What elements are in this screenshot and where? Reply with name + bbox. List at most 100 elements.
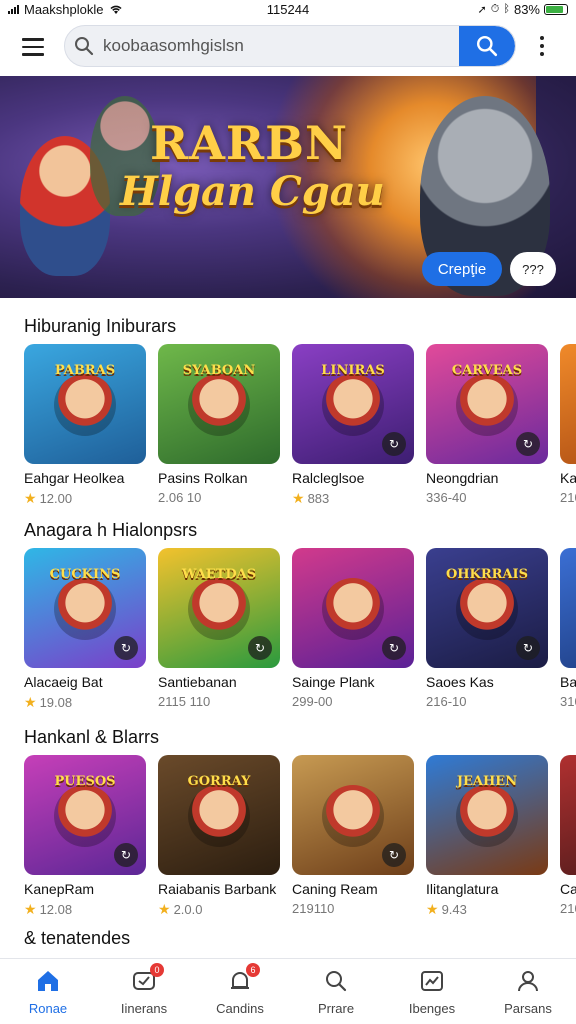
game-meta-value: 2.06 10 xyxy=(158,490,202,505)
more-options-icon[interactable] xyxy=(536,36,548,56)
section-title-2: Hankanl & Blarrs xyxy=(24,727,160,747)
game-card[interactable]: WAETDAS ↻ Santiebanan 2115 110 xyxy=(158,548,280,709)
game-character-icon xyxy=(322,785,384,847)
status-left: Maakshplokle xyxy=(8,2,123,17)
nav-item-3[interactable]: Prrare xyxy=(288,959,384,1024)
game-meta-value: 12.00 xyxy=(39,491,73,506)
game-name: KanepRam xyxy=(24,881,95,897)
game-meta: ★ 9.43 xyxy=(426,901,548,918)
replay-icon[interactable]: ↻ xyxy=(114,636,138,660)
replay-icon[interactable]: ↻ xyxy=(382,843,406,867)
game-name: Eahgar Heolkea xyxy=(24,470,125,486)
game-card[interactable]: CUCKINS ↻ Alacaeig Bat ★ 19.08 xyxy=(24,548,146,711)
carrier-name: Maakshplokle xyxy=(24,1,104,17)
game-thumbnail[interactable] xyxy=(560,755,576,875)
nav-label: Iinerans xyxy=(120,1001,168,1016)
hamburger-menu-icon[interactable] xyxy=(22,38,44,56)
game-name: Raiabanis Barbank xyxy=(158,881,277,897)
game-meta: ★ 19.08 xyxy=(24,694,146,711)
section-title-1: Anagara h Hialonpsrs xyxy=(24,520,198,540)
star-icon: ★ xyxy=(292,490,305,506)
signal-icon xyxy=(8,4,19,14)
game-card[interactable]: PABRAS Eahgar Heolkea ★ 12.00 xyxy=(24,344,146,507)
game-card[interactable]: PUESOS ↻ KanepRam ★ 12.08 xyxy=(24,755,146,918)
hero-cta-button[interactable]: Crepţie xyxy=(422,252,502,286)
game-card[interactable]: Kar 210 xyxy=(560,344,576,505)
game-thumbnail[interactable] xyxy=(560,344,576,464)
game-card[interactable]: Ba 310 xyxy=(560,548,576,709)
game-thumbnail[interactable]: CUCKINS ↻ xyxy=(24,548,146,668)
game-meta: ★ 12.00 xyxy=(24,490,146,507)
game-card[interactable]: SYABOAN Pasins Rolkan 2.06 10 xyxy=(158,344,280,505)
game-thumbnail[interactable]: LINIRAS ↻ xyxy=(292,344,414,464)
replay-icon[interactable]: ↻ xyxy=(516,432,540,456)
battery-percent: 83% xyxy=(513,1,540,17)
chart-icon xyxy=(418,967,446,995)
alarm-icon: ⏱ xyxy=(490,2,500,15)
game-name: Sainge Plank xyxy=(292,674,375,690)
game-card[interactable]: CARVEAS ↻ Neongdrian 336-40 xyxy=(426,344,548,505)
game-thumbnail[interactable]: PUESOS ↻ xyxy=(24,755,146,875)
replay-icon[interactable]: ↻ xyxy=(114,843,138,867)
game-thumbnail[interactable]: JEAHEN xyxy=(426,755,548,875)
game-logo-text: CARVEAS xyxy=(451,363,523,378)
game-thumbnail[interactable]: WAETDAS ↻ xyxy=(158,548,280,668)
game-card[interactable]: LINIRAS ↻ Ralcleglsoe ★ 883 xyxy=(292,344,414,507)
game-card[interactable]: ↻ Caning Ream 219110 xyxy=(292,755,414,916)
game-meta-value: 883 xyxy=(307,491,330,506)
game-logo-text: PUESOS xyxy=(54,774,116,789)
nav-item-5[interactable]: Parsans xyxy=(480,959,576,1024)
game-logo-text: PABRAS xyxy=(54,363,116,378)
game-card[interactable]: Ca 210 xyxy=(560,755,576,916)
game-thumbnail[interactable]: ↻ xyxy=(292,548,414,668)
replay-icon[interactable]: ↻ xyxy=(248,636,272,660)
game-row-0[interactable]: PABRAS Eahgar Heolkea ★ 12.00 SYABOAN Pasins … xyxy=(24,344,576,514)
nav-item-1[interactable]: 0 Iinerans xyxy=(96,959,192,1024)
replay-icon[interactable]: ↻ xyxy=(382,636,406,660)
game-card[interactable]: OHKRRAIS ↻ Saoes Kas 216-10 xyxy=(426,548,548,709)
game-name: Santiebanan xyxy=(158,674,237,690)
app-header xyxy=(0,22,576,74)
game-row-2[interactable]: PUESOS ↻ KanepRam ★ 12.08 GORRAY Raiabanis Bar… xyxy=(24,755,576,925)
game-thumbnail[interactable]: CARVEAS ↻ xyxy=(426,344,548,464)
game-thumbnail[interactable]: PABRAS xyxy=(24,344,146,464)
replay-icon[interactable]: ↻ xyxy=(382,432,406,456)
star-icon: ★ xyxy=(24,490,37,506)
game-card[interactable]: JEAHEN Ilitanglatura ★ 9.43 xyxy=(426,755,548,918)
game-name: Alacaeig Bat xyxy=(24,674,103,690)
game-name: Caning Ream xyxy=(292,881,378,897)
game-thumbnail[interactable]: OHKRRAIS ↻ xyxy=(426,548,548,668)
game-thumbnail[interactable]: SYABOAN xyxy=(158,344,280,464)
nav-item-0[interactable]: Ronae xyxy=(0,959,96,1024)
game-meta: ★ 2.0.0 xyxy=(158,901,280,918)
nav-item-2[interactable]: 6 Candins xyxy=(192,959,288,1024)
game-meta: 2115 110 xyxy=(158,694,280,709)
hero-more-button[interactable]: ??? xyxy=(510,252,556,286)
replay-icon[interactable]: ↻ xyxy=(516,636,540,660)
game-thumbnail[interactable]: GORRAY xyxy=(158,755,280,875)
game-name: Ralcleglsoe xyxy=(292,470,365,486)
notification-badge: 6 xyxy=(246,963,260,977)
nav-label: Prrare xyxy=(317,1001,355,1016)
search-submit-button[interactable] xyxy=(459,26,515,66)
game-thumbnail[interactable]: ↻ xyxy=(292,755,414,875)
game-card[interactable]: ↻ Sainge Plank 299-00 xyxy=(292,548,414,709)
bluetooth-icon: ᛒ xyxy=(503,3,510,15)
search-icon xyxy=(322,967,350,995)
game-card[interactable]: GORRAY Raiabanis Barbank ★ 2.0.0 xyxy=(158,755,280,918)
game-meta-value: 210 xyxy=(560,901,576,916)
game-thumbnail[interactable] xyxy=(560,548,576,668)
game-name: Ba xyxy=(560,674,576,690)
search-input[interactable] xyxy=(103,36,459,56)
game-controller-icon: 0 xyxy=(130,963,164,995)
game-meta: 299-00 xyxy=(292,694,414,709)
nav-label: Ibenges xyxy=(408,1001,456,1016)
game-name: Neongdrian xyxy=(426,470,499,486)
game-meta: ★ 12.08 xyxy=(24,901,146,918)
nav-item-4[interactable]: Ibenges xyxy=(384,959,480,1024)
game-row-1[interactable]: CUCKINS ↻ Alacaeig Bat ★ 19.08 WAETDAS ↻ Santie… xyxy=(24,548,576,718)
location-icon: ➚ xyxy=(477,3,487,16)
game-logo-text: JEAHEN xyxy=(456,774,518,789)
game-meta: 2.06 10 xyxy=(158,490,280,505)
game-name: Pasins Rolkan xyxy=(158,470,248,486)
